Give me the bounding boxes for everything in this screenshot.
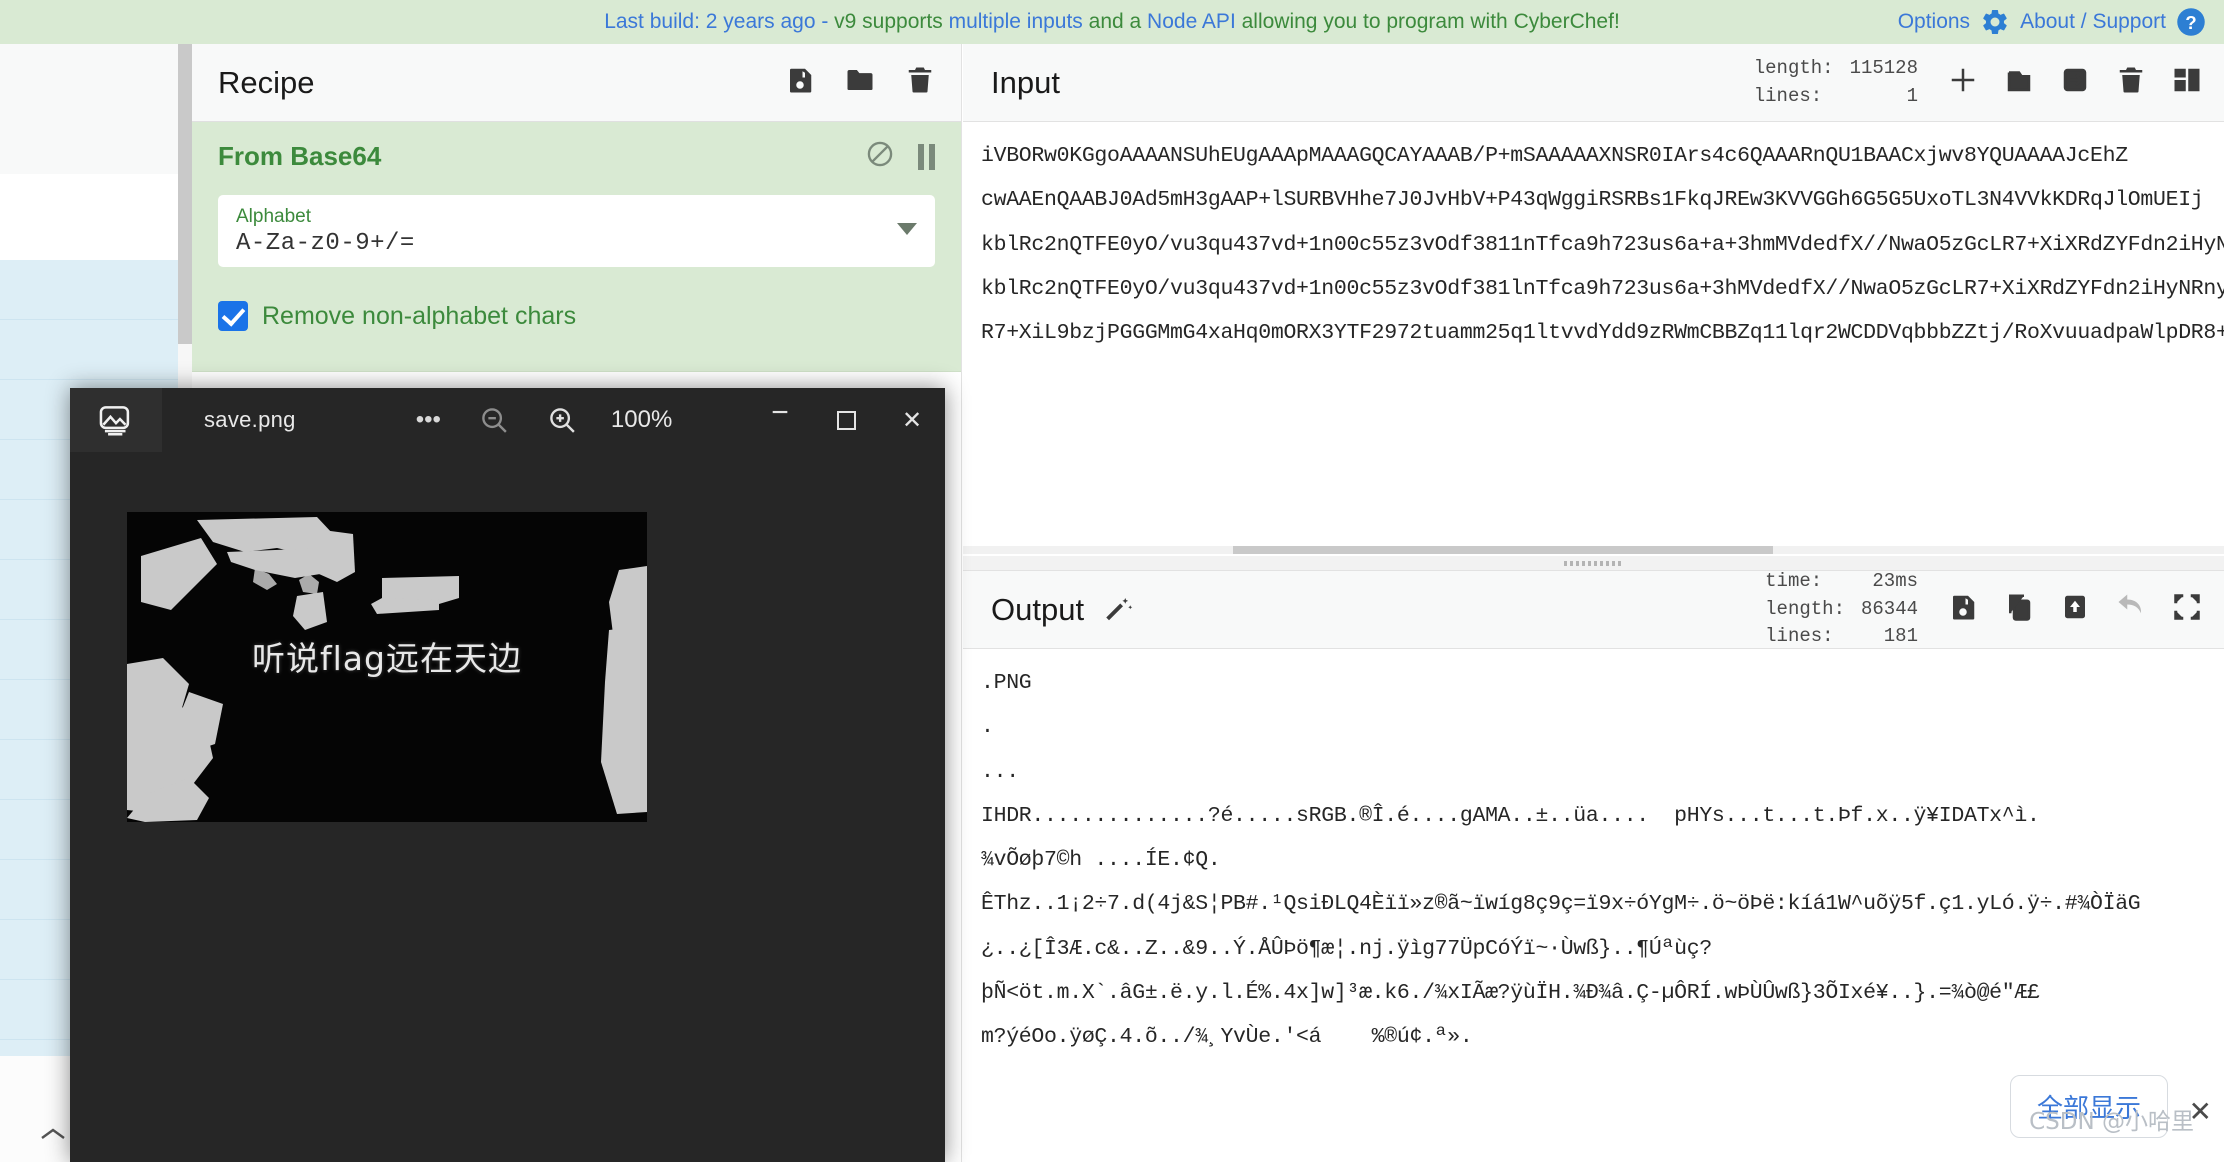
output-time-row: time: 23ms	[1765, 568, 1918, 596]
magic-wand-icon[interactable]	[1104, 595, 1134, 625]
maximise-icon[interactable]	[2172, 592, 2202, 627]
maximise-button[interactable]	[813, 388, 879, 452]
banner-part-6: allowing you to program with CyberChef!	[1241, 10, 1620, 33]
input-length-row: length: 115128	[1754, 55, 1918, 83]
remove-non-alphabet-checkbox[interactable]	[218, 301, 248, 331]
input-title: Input	[991, 64, 1060, 100]
gear-icon[interactable]	[1980, 7, 2010, 37]
banner-part-3[interactable]: multiple inputs	[949, 10, 1089, 33]
output-lines-row: lines: 181	[1765, 623, 1918, 651]
left-divider	[178, 44, 192, 344]
remove-non-alphabet-row[interactable]: Remove non-alphabet chars	[218, 301, 935, 331]
splitter-grip[interactable]	[1563, 560, 1624, 566]
photo-viewer-window: save.png ••• 100% − ✕ 听说flag远在天边	[70, 388, 945, 1162]
pause-icon[interactable]	[918, 143, 935, 170]
disable-icon[interactable]	[866, 140, 894, 173]
replace-input-icon[interactable]	[2060, 592, 2090, 627]
clear-io-icon[interactable]	[2116, 65, 2146, 100]
photo-viewer-titlebar[interactable]: save.png ••• 100% − ✕	[70, 388, 945, 452]
left-row	[0, 320, 178, 380]
save-output-icon[interactable]	[1948, 592, 1978, 627]
photo-viewer-tools: •••	[416, 405, 577, 435]
options-label[interactable]: Options	[1898, 10, 1970, 34]
banner-actions: Options About / Support ?	[1898, 0, 2206, 44]
close-button[interactable]: ✕	[879, 388, 945, 452]
output-panel: Output time: 23ms length: 86344 lines: 1…	[963, 570, 2224, 1162]
undo-icon[interactable]	[2116, 592, 2146, 627]
output-length-row: length: 86344	[1765, 596, 1918, 624]
close-icon[interactable]: ✕	[2189, 1095, 2212, 1128]
app-root: Last build: 2 years ago - v9 supports mu…	[0, 0, 2224, 1162]
trash-icon[interactable]	[905, 65, 935, 100]
input-lines-row: lines: 1	[1754, 83, 1918, 111]
input-toolbar	[1948, 65, 2202, 100]
output-time-key: time:	[1765, 570, 1823, 593]
output-title: Output	[991, 591, 1085, 627]
show-all-button[interactable]: 全部显示	[2009, 1075, 2168, 1138]
input-length-value: 115128	[1849, 56, 1918, 79]
chevron-down-icon[interactable]	[897, 223, 917, 235]
banner-part-2: v9 supports	[834, 10, 949, 33]
folder-icon[interactable]	[845, 65, 875, 100]
photos-app-icon	[70, 388, 162, 452]
banner-message[interactable]: Last build: 2 years ago - v9 supports mu…	[604, 10, 1620, 34]
remove-non-alphabet-label: Remove non-alphabet chars	[262, 301, 577, 330]
input-lines-key: lines:	[1753, 84, 1823, 107]
zoom-in-icon[interactable]	[547, 405, 577, 435]
save-icon[interactable]	[785, 65, 815, 100]
operation-name: From Base64	[218, 141, 382, 171]
output-length-value: 86344	[1860, 597, 1918, 620]
alphabet-label: Alphabet	[236, 206, 312, 227]
minimise-button[interactable]: −	[747, 388, 813, 452]
output-lines-value: 181	[1883, 625, 1918, 648]
reset-layout-icon[interactable]	[2172, 65, 2202, 100]
output-time-value: 23ms	[1872, 570, 1918, 593]
operation-header: From Base64	[218, 140, 935, 173]
left-row	[0, 260, 178, 320]
output-toolbar	[1948, 592, 2202, 627]
recipe-title-bar: Recipe	[192, 44, 961, 122]
about-support-label[interactable]: About / Support	[2020, 10, 2166, 34]
photo-overlay-text: 听说flag远在天边	[252, 639, 522, 678]
svg-text:?: ?	[2185, 12, 2196, 33]
recipe-toolbar	[785, 65, 935, 100]
input-title-bar: Input length: 115128 lines: 1	[963, 44, 2224, 122]
photo-viewer-canvas: 听说flag远在天边	[70, 452, 945, 1162]
copy-output-icon[interactable]	[2004, 592, 2034, 627]
add-input-icon[interactable]	[1948, 65, 1978, 100]
left-white-block	[0, 174, 178, 260]
output-text-area[interactable]: .PNG . ... IHDR..............?é.....sRGB…	[963, 649, 2224, 1069]
more-options-icon[interactable]: •••	[416, 406, 441, 434]
input-length-key: length:	[1753, 56, 1834, 79]
output-title-bar: Output time: 23ms length: 86344 lines: 1…	[963, 568, 2224, 651]
input-horizontal-scrollbar[interactable]	[963, 546, 2224, 554]
photo-image: 听说flag远在天边	[127, 512, 647, 822]
recipe-title: Recipe	[218, 64, 315, 100]
alphabet-value[interactable]: A-Za-z0-9+/=	[236, 230, 917, 257]
input-lines-value: 1	[1906, 84, 1918, 107]
output-length-key: length:	[1765, 597, 1845, 620]
input-text-area[interactable]: iVBORw0KGgoAAAANSUhEUgAAApMAAAGQCAYAAAB/…	[963, 122, 2224, 542]
banner-part-5[interactable]: Node API	[1147, 10, 1242, 33]
banner-part-1: Last build: 2 years ago -	[604, 10, 835, 33]
input-panel: Input length: 115128 lines: 1 iVBORw0KGg…	[963, 44, 2224, 556]
open-folder-icon[interactable]	[2004, 65, 2034, 100]
io-splitter[interactable]	[963, 556, 2224, 570]
question-mark-icon[interactable]: ?	[2176, 7, 2206, 37]
photo-viewer-filename: save.png	[204, 407, 296, 432]
open-file-as-input-icon[interactable]	[2060, 65, 2090, 100]
operation-controls	[866, 140, 935, 173]
input-meta: length: 115128 lines: 1	[1754, 55, 1918, 110]
top-banner: Last build: 2 years ago - v9 supports mu…	[0, 0, 2224, 44]
output-lines-key: lines:	[1765, 625, 1834, 648]
alphabet-field[interactable]: Alphabet A-Za-z0-9+/=	[218, 195, 935, 267]
recipe-operation-from-base64[interactable]: From Base64 Alphabet A-Za-z0-9+/= Remove…	[192, 122, 961, 372]
chevron-up-icon[interactable]	[40, 1122, 66, 1148]
banner-part-4: and a	[1088, 10, 1148, 33]
output-meta: time: 23ms length: 86344 lines: 181	[1765, 568, 1918, 651]
zoom-out-icon[interactable]	[479, 405, 509, 435]
photo-viewer-window-buttons: − ✕	[747, 388, 945, 452]
photo-viewer-zoom-level: 100%	[610, 406, 673, 433]
